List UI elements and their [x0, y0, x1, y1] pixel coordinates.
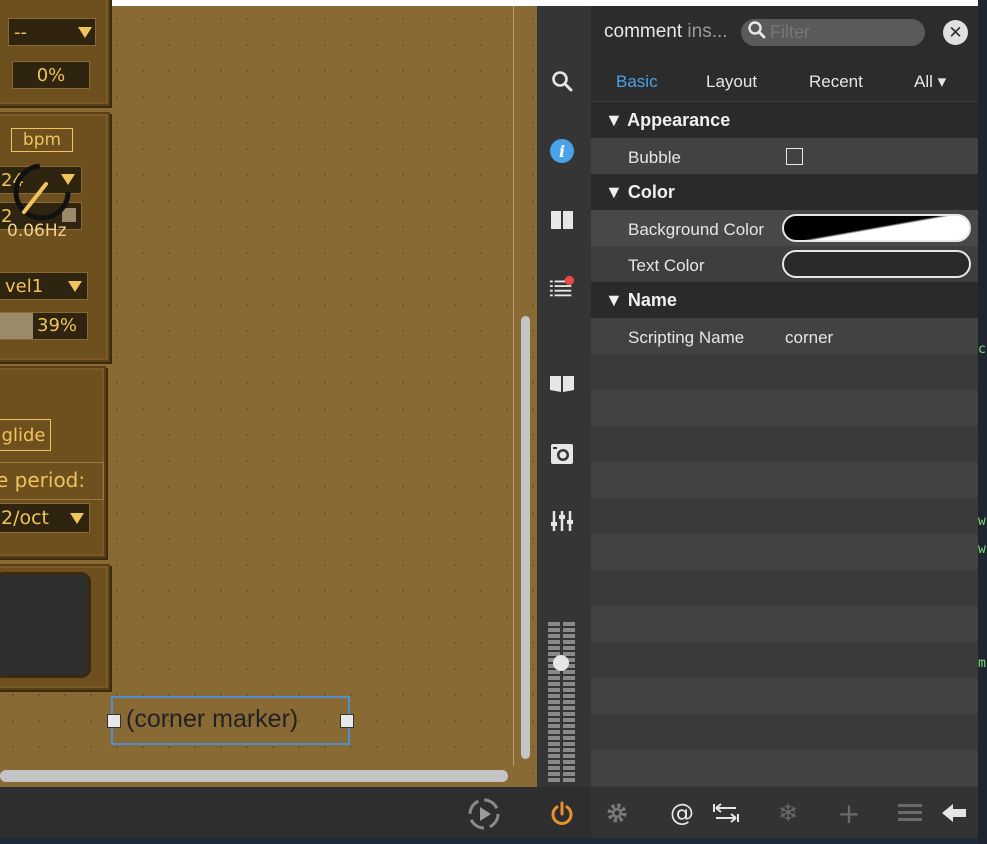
section-name-label: Name: [627, 290, 677, 310]
snowflake-icon[interactable]: ❄: [774, 799, 802, 827]
info-icon[interactable]: i: [549, 138, 575, 164]
editor-fragment: w: [978, 514, 986, 529]
text-color-swatch[interactable]: [782, 250, 971, 278]
comment-text: (corner marker): [126, 705, 299, 733]
knob-value-label: 0.06Hz: [7, 221, 67, 241]
tab-basic[interactable]: Basic: [616, 72, 658, 92]
rate-knob[interactable]: [12, 160, 72, 230]
editor-fragment: w: [978, 542, 986, 557]
level-meter-knob[interactable]: [553, 655, 569, 671]
octave-dropdown-label: 2/oct: [1, 507, 50, 529]
scripting-name-label: Scripting Name: [628, 328, 745, 347]
search-icon[interactable]: [549, 68, 575, 94]
filter-input[interactable]: [770, 22, 910, 43]
svg-text:i: i: [559, 142, 565, 161]
velocity-dropdown-label: vel1: [5, 275, 44, 297]
play-icon[interactable]: [467, 797, 501, 831]
plus-icon[interactable]: +: [836, 797, 862, 830]
columns-icon[interactable]: [549, 207, 575, 233]
bpm-button-label: bpm: [22, 130, 62, 150]
section-appearance[interactable]: ▼ Appearance: [605, 110, 730, 131]
resize-handle-right[interactable]: [340, 714, 354, 728]
velocity-slider[interactable]: 39%: [0, 312, 88, 340]
display-screen: [0, 572, 91, 678]
velocity-slider-fill: [0, 313, 34, 339]
background-color-swatch[interactable]: [782, 214, 971, 242]
background-color-label: Background Color: [628, 220, 765, 239]
inspector-title: comment ins...: [604, 21, 728, 43]
camera-icon[interactable]: [549, 440, 575, 466]
editor-fragment: m: [978, 656, 986, 671]
section-appearance-label: Appearance: [627, 110, 731, 130]
chevron-down-icon: [68, 281, 82, 292]
dropdown-top-label: --: [14, 21, 27, 43]
list-icon[interactable]: [549, 274, 575, 300]
chevron-down-icon: [78, 27, 92, 38]
underlying-editor-sliver: [978, 0, 987, 844]
book-icon[interactable]: [549, 370, 575, 396]
tab-indent-icon[interactable]: [712, 800, 740, 826]
level-meter[interactable]: [548, 622, 575, 784]
glide-button[interactable]: glide: [0, 419, 51, 451]
chevron-down-icon: [70, 513, 84, 524]
bubble-checkbox[interactable]: [786, 148, 803, 165]
scripting-name-value[interactable]: corner: [785, 328, 833, 348]
empty-rows: [591, 354, 978, 786]
canvas-edge-line: [513, 6, 514, 766]
horizontal-scrollbar[interactable]: [0, 770, 508, 782]
tab-recent[interactable]: Recent: [809, 72, 863, 92]
close-icon[interactable]: ✕: [943, 20, 968, 45]
inspector-title-dim: ins...: [687, 21, 728, 42]
glide-button-label: glide: [1, 424, 46, 446]
resize-handle-left[interactable]: [107, 714, 121, 728]
section-name[interactable]: ▼ Name: [605, 290, 677, 311]
underlying-window-strip: [0, 838, 987, 844]
percent-number-box[interactable]: 0%: [12, 61, 90, 89]
search-icon: [747, 20, 767, 45]
menu-icon[interactable]: [897, 800, 923, 826]
mixer-icon[interactable]: [549, 508, 575, 534]
at-icon[interactable]: @: [669, 799, 695, 827]
power-icon[interactable]: [549, 801, 575, 827]
vertical-scrollbar[interactable]: [521, 316, 530, 759]
tab-all[interactable]: All ▾: [914, 72, 946, 92]
level-meter-divider: [560, 622, 563, 784]
velocity-percent-label: 39%: [37, 315, 78, 336]
percent-number-label: 0%: [36, 64, 66, 86]
editor-fragment: c: [978, 342, 986, 357]
app-window: -- 0% bpm 24 2 0.06Hz vel1 39% glide e p…: [0, 0, 987, 844]
period-label: e period:: [0, 468, 86, 492]
inspector-title-main: comment: [604, 21, 683, 42]
section-color[interactable]: ▼ Color: [605, 182, 675, 203]
tab-layout[interactable]: Layout: [706, 72, 757, 92]
bubble-label: Bubble: [628, 148, 681, 167]
gear-icon[interactable]: [604, 800, 630, 826]
bpm-button[interactable]: bpm: [11, 128, 73, 152]
arrow-left-icon[interactable]: [940, 800, 968, 826]
section-color-label: Color: [627, 182, 675, 202]
text-color-label: Text Color: [628, 256, 705, 275]
panel-top: [0, 0, 110, 106]
